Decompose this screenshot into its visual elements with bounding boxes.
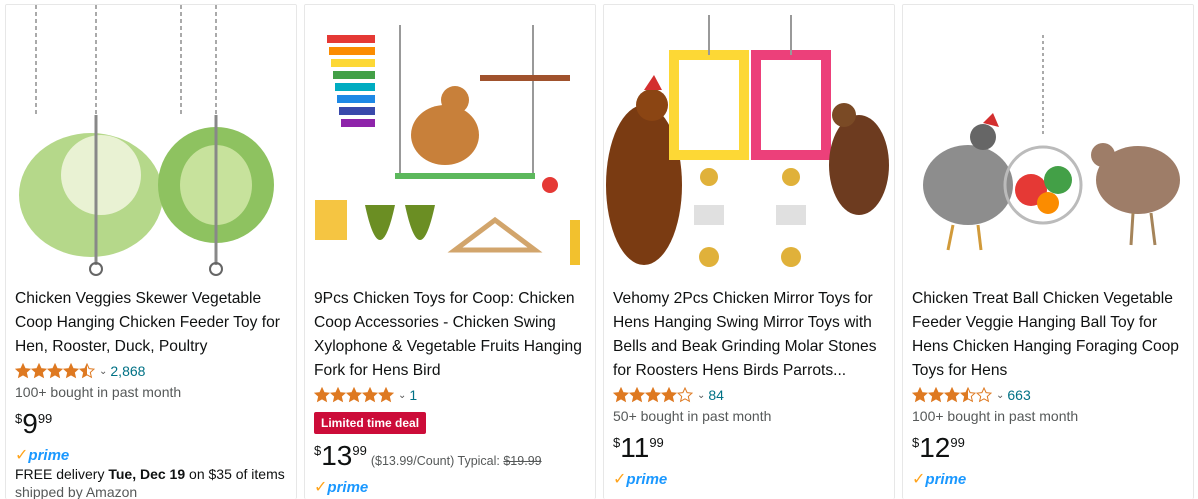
prime-label: prime [925, 470, 967, 488]
review-count-link[interactable]: 1 [409, 387, 417, 403]
product-image[interactable] [903, 5, 1193, 279]
price-fraction: 99 [352, 443, 367, 458]
product-title[interactable]: Chicken Veggies Skewer Vegetable Coop Ha… [15, 287, 291, 359]
star-icon [47, 363, 63, 379]
review-count-link[interactable]: 663 [1007, 387, 1030, 403]
star-icon [677, 387, 693, 403]
rating-row[interactable]: ⌄ 663 [912, 384, 1188, 406]
star-rating[interactable] [912, 387, 992, 403]
prime-badge: ✓ prime [912, 470, 1188, 489]
review-count-link[interactable]: 84 [708, 387, 724, 403]
chevron-down-icon[interactable]: ⌄ [99, 366, 107, 377]
chicken-toy-set-image [305, 5, 595, 279]
delivery-info: FREE delivery Tue, Dec 19 on $35 of item… [15, 465, 291, 483]
bought-count: 50+ bought in past month [613, 408, 772, 424]
price-symbol: $ [314, 443, 322, 458]
product-image[interactable] [305, 5, 595, 279]
chevron-down-icon[interactable]: ⌄ [996, 390, 1004, 401]
star-icon [661, 387, 677, 403]
unit-price-value: ($13.99/Count) [370, 454, 455, 468]
prime-badge: ✓ prime [613, 470, 889, 489]
cabbage-skewer-image [6, 5, 296, 279]
prime-label: prime [28, 446, 70, 464]
shipped-by: shipped by Amazon [15, 484, 138, 499]
chevron-down-icon[interactable]: ⌄ [697, 390, 705, 401]
price-whole: 12 [919, 432, 951, 463]
star-icon [928, 387, 944, 403]
prime-label: prime [327, 478, 369, 496]
prime-check-icon: ✓ [912, 471, 926, 488]
star-icon [912, 387, 928, 403]
limited-deal-badge: Limited time deal [314, 412, 427, 434]
price[interactable]: $ 11 99 [613, 432, 889, 466]
rating-row[interactable]: ⌄ 84 [613, 384, 889, 406]
star-icon [629, 387, 645, 403]
review-count-link[interactable]: 2,868 [110, 363, 145, 379]
product-image[interactable] [6, 5, 296, 279]
star-icon [362, 387, 378, 403]
prime-check-icon: ✓ [15, 447, 29, 464]
product-title[interactable]: Vehomy 2Pcs Chicken Mirror Toys for Hens… [613, 287, 889, 383]
delivery-date: Tue, Dec 19 [108, 466, 186, 482]
star-icon [613, 387, 629, 403]
prime-label: prime [626, 470, 668, 488]
star-icon [63, 363, 79, 379]
star-rating[interactable] [613, 387, 693, 403]
star-rating[interactable] [314, 387, 394, 403]
price[interactable]: $ 9 99 [15, 408, 291, 442]
price-symbol: $ [912, 435, 920, 450]
chicken-mirror-toy-image [604, 5, 894, 279]
price-fraction: 99 [950, 435, 965, 450]
product-grid: Chicken Veggies Skewer Vegetable Coop Ha… [5, 4, 1195, 499]
star-rating[interactable] [15, 363, 95, 379]
typical-price: $19.99 [503, 454, 542, 468]
chevron-down-icon[interactable]: ⌄ [398, 390, 406, 401]
bought-count: 100+ bought in past month [912, 408, 1079, 424]
star-icon [645, 387, 661, 403]
star-icon [976, 387, 992, 403]
price-whole: 9 [22, 408, 38, 439]
delivery-suffix: on $35 of items [185, 466, 285, 482]
price-symbol: $ [15, 411, 23, 426]
unit-price: ($13.99/Count) Typical: $19.99 [371, 454, 542, 468]
price-whole: 13 [321, 440, 353, 471]
price-fraction: 99 [37, 411, 53, 426]
product-card[interactable]: 9Pcs Chicken Toys for Coop: Chicken Coop… [304, 4, 596, 499]
treat-ball-image [903, 5, 1193, 279]
star-icon [346, 387, 362, 403]
rating-row[interactable]: ⌄ 1 [314, 384, 590, 406]
price-symbol: $ [613, 435, 621, 450]
price[interactable]: $ 12 99 [912, 432, 1188, 466]
star-icon [314, 387, 330, 403]
product-card[interactable]: Chicken Treat Ball Chicken Vegetable Fee… [902, 4, 1194, 499]
price-whole: 11 [620, 432, 650, 463]
rating-row[interactable]: ⌄ 2,868 [15, 360, 291, 382]
star-icon [31, 363, 47, 379]
product-card[interactable]: Chicken Veggies Skewer Vegetable Coop Ha… [5, 4, 297, 499]
typical-label: Typical: [457, 454, 504, 468]
delivery-prefix: FREE delivery [15, 466, 109, 482]
star-icon [79, 363, 95, 379]
bought-count: 100+ bought in past month [15, 384, 182, 400]
star-icon [330, 387, 346, 403]
product-title[interactable]: Chicken Treat Ball Chicken Vegetable Fee… [912, 287, 1188, 383]
star-icon [15, 363, 31, 379]
price-fraction: 99 [649, 435, 664, 450]
prime-check-icon: ✓ [314, 479, 328, 496]
product-card[interactable]: Vehomy 2Pcs Chicken Mirror Toys for Hens… [603, 4, 895, 499]
product-title[interactable]: 9Pcs Chicken Toys for Coop: Chicken Coop… [314, 287, 590, 383]
prime-check-icon: ✓ [613, 471, 627, 488]
prime-badge: ✓ prime [314, 478, 590, 497]
price[interactable]: $ 13 99 ($13.99/Count) Typical: $19.99 [314, 440, 590, 474]
prime-badge: ✓ prime [15, 446, 291, 465]
product-image[interactable] [604, 5, 894, 279]
star-icon [944, 387, 960, 403]
star-icon [378, 387, 394, 403]
star-icon [960, 387, 976, 403]
